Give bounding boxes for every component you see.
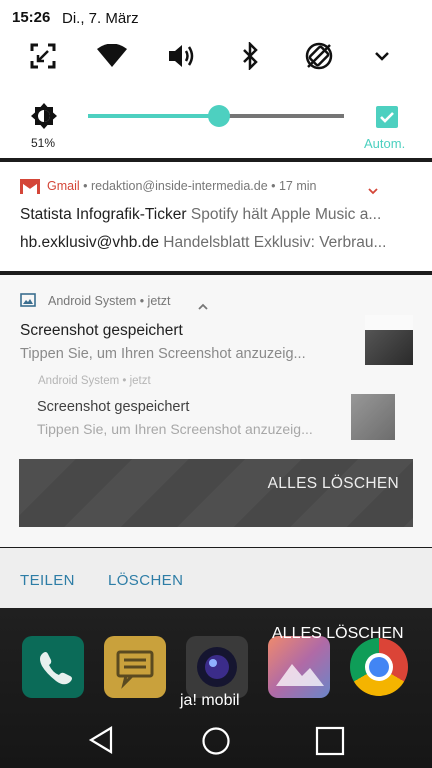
back-icon[interactable] [88, 726, 114, 759]
phone-app-icon[interactable] [22, 636, 84, 698]
share-action[interactable]: TEILEN [20, 572, 75, 589]
gmail-message-1-sender: Statista Infografik-Ticker [20, 206, 187, 223]
gmail-icon [20, 179, 40, 199]
auto-rotate-icon[interactable] [304, 41, 334, 71]
gmail-message-2-sender: hb.exklusiv@vhb.de [20, 234, 159, 251]
gmail-message-1-subject: Spotify hält Apple Music a... [190, 206, 382, 223]
gmail-notification[interactable]: Gmail • redaktion@inside-intermedia.de •… [0, 162, 432, 271]
image-icon [20, 293, 36, 312]
status-time: 15:26 [12, 9, 51, 26]
ghost-header: Android System • jetzt [38, 375, 151, 387]
gmail-message-2-subject: Handelsblatt Exklusiv: Verbrau... [163, 234, 387, 251]
clear-all-label: ALLES LÖSCHEN [267, 475, 399, 492]
chevron-down-icon[interactable] [368, 182, 378, 200]
android-notif-ghost: Android System • jetzt Screenshot gespei… [20, 375, 412, 445]
expand-chevron-icon[interactable] [367, 41, 397, 71]
android-notif-text: Tippen Sie, um Ihren Screenshot anzuzeig… [20, 346, 306, 362]
gallery-app-icon[interactable] [268, 636, 330, 698]
auto-brightness-checkbox[interactable] [376, 106, 398, 128]
wifi-icon[interactable] [97, 41, 127, 71]
quick-settings-panel: 15:26 Di., 7. März 51% Autom. [0, 0, 432, 158]
home-icon[interactable] [201, 726, 231, 761]
android-notif-title: Screenshot gespeichert [20, 322, 183, 339]
gmail-app-name: Gmail [47, 179, 80, 193]
gmail-header-meta: • redaktion@inside-intermedia.de • 17 mi… [79, 179, 317, 193]
ghost-title: Screenshot gespeichert [37, 399, 190, 415]
brightness-slider-thumb[interactable] [207, 105, 230, 127]
gmail-message-1: Statista Infografik-Ticker Spotify hält … [20, 206, 415, 224]
home-screen: ALLES LÖSCHEN ja! mobil [0, 608, 432, 768]
home-clear-all[interactable]: ALLES LÖSCHEN [272, 625, 404, 643]
camera-app-icon[interactable] [186, 636, 248, 698]
gmail-header: Gmail • redaktion@inside-intermedia.de •… [47, 179, 317, 193]
chrome-app-icon[interactable] [350, 638, 408, 696]
app-label-ja-mobil: ja! mobil [180, 692, 240, 709]
messages-app-icon[interactable] [104, 636, 166, 698]
gmail-message-2: hb.exklusiv@vhb.de Handelsblatt Exklusiv… [20, 234, 415, 252]
notification-actions: TEILEN LÖSCHEN [0, 548, 432, 608]
ghost-text: Tippen Sie, um Ihren Screenshot anzuzeig… [37, 421, 313, 437]
ghost-thumbnail [351, 394, 395, 440]
status-date: Di., 7. März [62, 10, 139, 27]
volume-icon[interactable] [166, 41, 196, 71]
screenshot-thumbnail[interactable] [365, 315, 413, 365]
clear-all-bar[interactable]: ALLES LÖSCHEN [19, 459, 413, 527]
auto-brightness-label: Autom. [364, 136, 406, 151]
android-notif-header: Android System • jetzt [48, 294, 171, 308]
brightness-slider-fill [88, 114, 219, 118]
bluetooth-icon[interactable] [235, 41, 265, 71]
screen-capture-icon[interactable] [28, 41, 58, 71]
delete-action[interactable]: LÖSCHEN [108, 572, 183, 589]
brightness-icon [28, 100, 60, 132]
chevron-up-icon[interactable] [198, 297, 208, 315]
recents-icon[interactable] [315, 726, 345, 761]
brightness-slider[interactable] [88, 105, 344, 127]
brightness-percent: 51% [31, 136, 56, 150]
